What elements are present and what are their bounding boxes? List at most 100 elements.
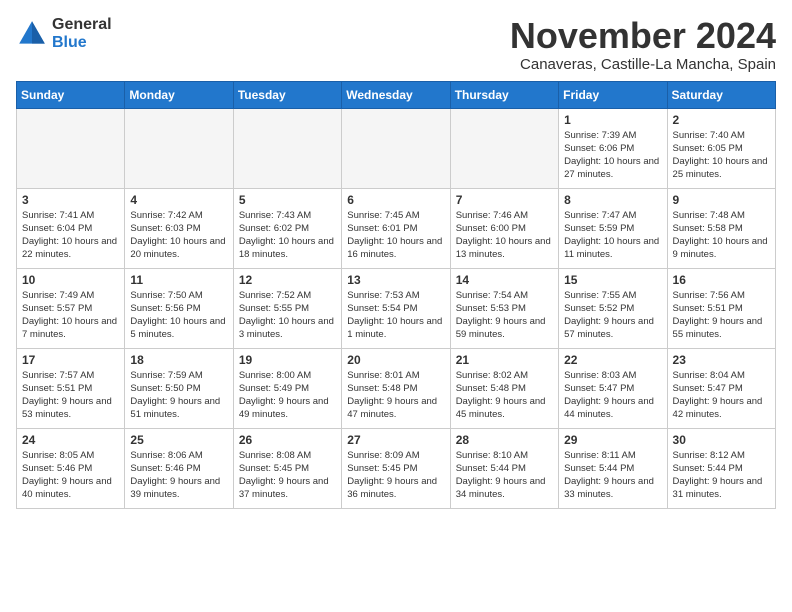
calendar-cell: 28 Sunrise: 8:10 AM Sunset: 5:44 PM Dayli…: [450, 428, 558, 508]
calendar-cell: 10 Sunrise: 7:49 AM Sunset: 5:57 PM Dayli…: [17, 268, 125, 348]
day-info: Sunrise: 7:53 AM Sunset: 5:54 PM Dayligh…: [347, 289, 444, 342]
day-info: Sunrise: 7:52 AM Sunset: 5:55 PM Dayligh…: [239, 289, 336, 342]
day-info: Sunrise: 7:40 AM Sunset: 6:05 PM Dayligh…: [673, 129, 770, 182]
day-number: 8: [564, 193, 661, 207]
day-number: 1: [564, 113, 661, 127]
calendar-cell: 4 Sunrise: 7:42 AM Sunset: 6:03 PM Daylig…: [125, 188, 233, 268]
day-info: Sunrise: 8:03 AM Sunset: 5:47 PM Dayligh…: [564, 369, 661, 422]
day-info: Sunrise: 8:02 AM Sunset: 5:48 PM Dayligh…: [456, 369, 553, 422]
day-number: 17: [22, 353, 119, 367]
day-info: Sunrise: 8:06 AM Sunset: 5:46 PM Dayligh…: [130, 449, 227, 502]
calendar-cell: 12 Sunrise: 7:52 AM Sunset: 5:55 PM Dayli…: [233, 268, 341, 348]
calendar-week-row: 10 Sunrise: 7:49 AM Sunset: 5:57 PM Dayli…: [17, 268, 776, 348]
day-number: 12: [239, 273, 336, 287]
day-info: Sunrise: 7:48 AM Sunset: 5:58 PM Dayligh…: [673, 209, 770, 262]
day-info: Sunrise: 8:11 AM Sunset: 5:44 PM Dayligh…: [564, 449, 661, 502]
day-number: 10: [22, 273, 119, 287]
calendar-cell: 25 Sunrise: 8:06 AM Sunset: 5:46 PM Dayli…: [125, 428, 233, 508]
calendar-cell: [450, 108, 558, 188]
day-info: Sunrise: 7:45 AM Sunset: 6:01 PM Dayligh…: [347, 209, 444, 262]
day-number: 24: [22, 433, 119, 447]
calendar-week-row: 17 Sunrise: 7:57 AM Sunset: 5:51 PM Dayli…: [17, 348, 776, 428]
weekday-header-wednesday: Wednesday: [342, 81, 450, 108]
day-info: Sunrise: 8:08 AM Sunset: 5:45 PM Dayligh…: [239, 449, 336, 502]
calendar-cell: 5 Sunrise: 7:43 AM Sunset: 6:02 PM Daylig…: [233, 188, 341, 268]
weekday-header-sunday: Sunday: [17, 81, 125, 108]
day-number: 19: [239, 353, 336, 367]
calendar-table: SundayMondayTuesdayWednesdayThursdayFrid…: [16, 81, 776, 509]
day-number: 22: [564, 353, 661, 367]
calendar-cell: 9 Sunrise: 7:48 AM Sunset: 5:58 PM Daylig…: [667, 188, 775, 268]
day-info: Sunrise: 8:01 AM Sunset: 5:48 PM Dayligh…: [347, 369, 444, 422]
weekday-header-monday: Monday: [125, 81, 233, 108]
day-number: 13: [347, 273, 444, 287]
weekday-header-saturday: Saturday: [667, 81, 775, 108]
day-number: 3: [22, 193, 119, 207]
day-info: Sunrise: 7:50 AM Sunset: 5:56 PM Dayligh…: [130, 289, 227, 342]
logo: General Blue: [16, 16, 112, 51]
weekday-header-tuesday: Tuesday: [233, 81, 341, 108]
calendar-cell: 8 Sunrise: 7:47 AM Sunset: 5:59 PM Daylig…: [559, 188, 667, 268]
day-number: 25: [130, 433, 227, 447]
day-info: Sunrise: 7:57 AM Sunset: 5:51 PM Dayligh…: [22, 369, 119, 422]
calendar-cell: 13 Sunrise: 7:53 AM Sunset: 5:54 PM Dayli…: [342, 268, 450, 348]
month-title: November 2024: [510, 16, 776, 56]
day-number: 20: [347, 353, 444, 367]
calendar-cell: 21Sunrise: 8:02 AM Sunset: 5:48 PM Dayli…: [450, 348, 558, 428]
day-info: Sunrise: 7:43 AM Sunset: 6:02 PM Dayligh…: [239, 209, 336, 262]
day-number: 28: [456, 433, 553, 447]
calendar-cell: 22 Sunrise: 8:03 AM Sunset: 5:47 PM Dayli…: [559, 348, 667, 428]
calendar-cell: 19Sunrise: 8:00 AM Sunset: 5:49 PM Dayli…: [233, 348, 341, 428]
calendar-cell: 24 Sunrise: 8:05 AM Sunset: 5:46 PM Dayli…: [17, 428, 125, 508]
calendar-cell: 15Sunrise: 7:55 AM Sunset: 5:52 PM Dayli…: [559, 268, 667, 348]
day-info: Sunrise: 8:12 AM Sunset: 5:44 PM Dayligh…: [673, 449, 770, 502]
calendar-week-row: 3 Sunrise: 7:41 AM Sunset: 6:04 PM Daylig…: [17, 188, 776, 268]
day-number: 11: [130, 273, 227, 287]
calendar-cell: 30 Sunrise: 8:12 AM Sunset: 5:44 PM Dayli…: [667, 428, 775, 508]
calendar-cell: 6 Sunrise: 7:45 AM Sunset: 6:01 PM Daylig…: [342, 188, 450, 268]
calendar-cell: 1Sunrise: 7:39 AM Sunset: 6:06 PM Daylig…: [559, 108, 667, 188]
day-number: 14: [456, 273, 553, 287]
day-info: Sunrise: 7:47 AM Sunset: 5:59 PM Dayligh…: [564, 209, 661, 262]
title-block: November 2024 Canaveras, Castille-La Man…: [510, 16, 776, 73]
logo-blue-text: Blue: [52, 34, 112, 52]
day-number: 18: [130, 353, 227, 367]
calendar-cell: 26 Sunrise: 8:08 AM Sunset: 5:45 PM Dayli…: [233, 428, 341, 508]
day-number: 23: [673, 353, 770, 367]
day-number: 15: [564, 273, 661, 287]
day-info: Sunrise: 7:41 AM Sunset: 6:04 PM Dayligh…: [22, 209, 119, 262]
calendar-cell: [233, 108, 341, 188]
day-number: 30: [673, 433, 770, 447]
day-info: Sunrise: 8:05 AM Sunset: 5:46 PM Dayligh…: [22, 449, 119, 502]
calendar-cell: 29 Sunrise: 8:11 AM Sunset: 5:44 PM Dayli…: [559, 428, 667, 508]
day-info: Sunrise: 8:04 AM Sunset: 5:47 PM Dayligh…: [673, 369, 770, 422]
logo-general-text: General: [52, 16, 112, 34]
calendar-cell: 18Sunrise: 7:59 AM Sunset: 5:50 PM Dayli…: [125, 348, 233, 428]
calendar-cell: [342, 108, 450, 188]
calendar-cell: 2Sunrise: 7:40 AM Sunset: 6:05 PM Daylig…: [667, 108, 775, 188]
calendar-cell: 23 Sunrise: 8:04 AM Sunset: 5:47 PM Dayli…: [667, 348, 775, 428]
calendar-cell: 17 Sunrise: 7:57 AM Sunset: 5:51 PM Dayli…: [17, 348, 125, 428]
page-header: General Blue November 2024 Canaveras, Ca…: [16, 16, 776, 73]
day-number: 29: [564, 433, 661, 447]
day-number: 9: [673, 193, 770, 207]
day-number: 4: [130, 193, 227, 207]
weekday-header-friday: Friday: [559, 81, 667, 108]
day-info: Sunrise: 7:49 AM Sunset: 5:57 PM Dayligh…: [22, 289, 119, 342]
day-info: Sunrise: 8:09 AM Sunset: 5:45 PM Dayligh…: [347, 449, 444, 502]
calendar-cell: 11 Sunrise: 7:50 AM Sunset: 5:56 PM Dayli…: [125, 268, 233, 348]
day-number: 6: [347, 193, 444, 207]
calendar-cell: 14 Sunrise: 7:54 AM Sunset: 5:53 PM Dayli…: [450, 268, 558, 348]
calendar-cell: 7Sunrise: 7:46 AM Sunset: 6:00 PM Daylig…: [450, 188, 558, 268]
day-info: Sunrise: 8:10 AM Sunset: 5:44 PM Dayligh…: [456, 449, 553, 502]
location-text: Canaveras, Castille-La Mancha, Spain: [510, 56, 776, 73]
day-number: 5: [239, 193, 336, 207]
day-number: 26: [239, 433, 336, 447]
day-info: Sunrise: 7:54 AM Sunset: 5:53 PM Dayligh…: [456, 289, 553, 342]
day-info: Sunrise: 7:42 AM Sunset: 6:03 PM Dayligh…: [130, 209, 227, 262]
calendar-cell: 16Sunrise: 7:56 AM Sunset: 5:51 PM Dayli…: [667, 268, 775, 348]
calendar-cell: 27 Sunrise: 8:09 AM Sunset: 5:45 PM Dayli…: [342, 428, 450, 508]
day-number: 27: [347, 433, 444, 447]
weekday-header-row: SundayMondayTuesdayWednesdayThursdayFrid…: [17, 81, 776, 108]
logo-icon: [16, 18, 48, 50]
